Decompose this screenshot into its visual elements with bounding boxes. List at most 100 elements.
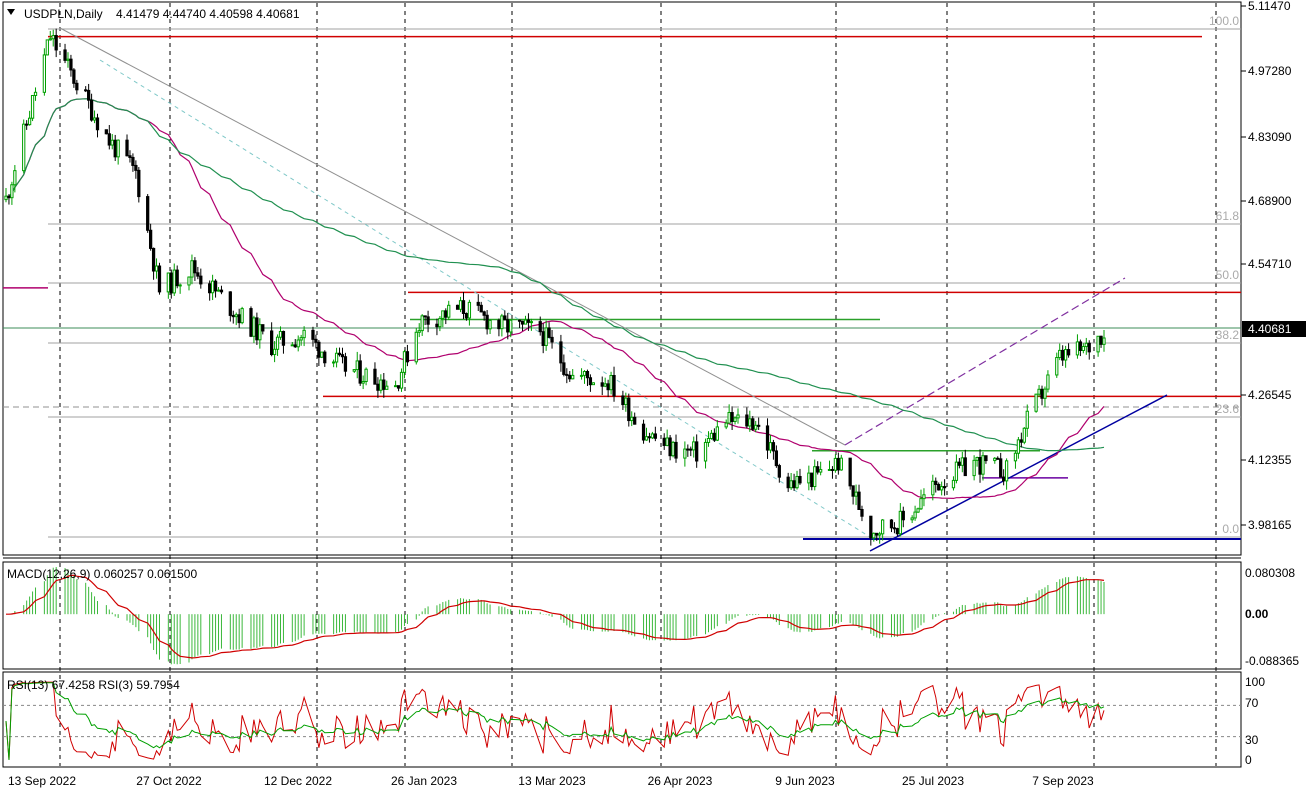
candle-body xyxy=(426,316,430,325)
candle xyxy=(435,318,439,336)
candle-body xyxy=(157,265,162,293)
candle xyxy=(816,461,820,475)
candle-body xyxy=(940,486,944,491)
candle xyxy=(337,347,342,357)
candle-body xyxy=(609,375,613,391)
candle-body xyxy=(51,35,55,40)
candle-body xyxy=(479,304,483,313)
candle-body xyxy=(87,89,91,101)
candle xyxy=(1063,345,1068,368)
candle-body xyxy=(361,380,365,384)
candle-body xyxy=(1034,393,1038,412)
candle-body xyxy=(503,315,507,321)
candle xyxy=(270,322,274,357)
dropdown-arrow-icon[interactable] xyxy=(7,9,15,15)
candle-body xyxy=(854,491,858,497)
candle-body xyxy=(352,369,356,372)
candle xyxy=(417,323,421,338)
candle-body xyxy=(795,475,799,489)
candle-body xyxy=(1084,342,1088,348)
candle xyxy=(488,319,492,334)
candle-body xyxy=(668,437,672,457)
candle-body xyxy=(396,385,401,389)
candle xyxy=(668,434,672,461)
candle xyxy=(113,134,117,161)
candle xyxy=(4,187,8,203)
candle-body xyxy=(1066,349,1071,356)
candle-body xyxy=(154,265,159,272)
candle-body xyxy=(166,272,170,293)
candle xyxy=(768,434,773,454)
candle-body xyxy=(671,441,675,457)
candle xyxy=(571,369,575,380)
candle xyxy=(134,160,138,179)
candle-body xyxy=(606,383,610,391)
candle-body xyxy=(4,195,8,201)
candle-body xyxy=(922,494,926,500)
candle-body xyxy=(993,457,997,462)
candle xyxy=(258,318,262,349)
candle-body xyxy=(880,519,885,535)
fib-label: 0.0 xyxy=(1222,522,1239,536)
candle xyxy=(340,347,345,364)
candle-body xyxy=(137,169,141,198)
candle xyxy=(240,306,244,325)
candle xyxy=(695,434,699,468)
candle-body xyxy=(343,356,348,372)
candle-body xyxy=(559,341,563,364)
candle xyxy=(869,515,873,546)
candle-body xyxy=(399,371,404,389)
ma-short-line xyxy=(5,98,1105,500)
candle-body xyxy=(857,491,861,510)
candle xyxy=(1061,345,1065,366)
candle-body xyxy=(296,339,300,348)
candle-body xyxy=(228,291,232,316)
date-label: 26 Jan 2023 xyxy=(391,774,457,788)
candle-body xyxy=(237,314,241,324)
candle-body xyxy=(895,528,900,535)
candle-body xyxy=(208,283,212,294)
candle-body xyxy=(517,319,522,322)
candle-body xyxy=(22,123,26,172)
candle xyxy=(275,334,280,356)
candle-body xyxy=(148,229,153,249)
candle xyxy=(1034,393,1038,413)
candle-body xyxy=(7,195,11,199)
rsi-tick-label: 0 xyxy=(1245,753,1252,767)
candle xyxy=(1019,432,1023,448)
candle-body xyxy=(45,39,49,56)
candle xyxy=(95,113,100,138)
price-tick-label: 5.11470 xyxy=(1248,0,1291,13)
candle-body xyxy=(320,351,324,358)
candle xyxy=(523,315,528,325)
candle xyxy=(993,456,997,464)
candle xyxy=(506,312,510,340)
candle-body xyxy=(500,315,504,330)
candle-body xyxy=(571,374,575,380)
candle xyxy=(520,320,525,331)
fib-label: 38.2 xyxy=(1216,328,1240,342)
candle-body xyxy=(777,465,781,478)
candle-body xyxy=(565,373,569,376)
candle-body xyxy=(600,382,604,387)
candle-body xyxy=(175,269,179,287)
chart-ohlc: 4.41479 4.44740 4.40598 4.40681 xyxy=(116,7,300,21)
candle xyxy=(647,432,652,443)
candle-body xyxy=(836,457,840,471)
candle xyxy=(529,318,534,331)
candle-body xyxy=(833,457,838,471)
candle-body xyxy=(582,371,587,376)
rsi-tick-label: 100 xyxy=(1245,675,1265,689)
candle xyxy=(931,474,935,501)
candle xyxy=(910,515,914,524)
candle xyxy=(662,433,666,450)
candle-body xyxy=(963,457,967,477)
candle xyxy=(706,431,711,447)
candle xyxy=(414,327,418,365)
candle-body xyxy=(529,321,534,324)
candle-body xyxy=(134,164,138,171)
candle xyxy=(898,503,902,537)
candle-body xyxy=(999,458,1003,478)
candle-body xyxy=(736,414,740,419)
candle-body xyxy=(579,374,584,377)
